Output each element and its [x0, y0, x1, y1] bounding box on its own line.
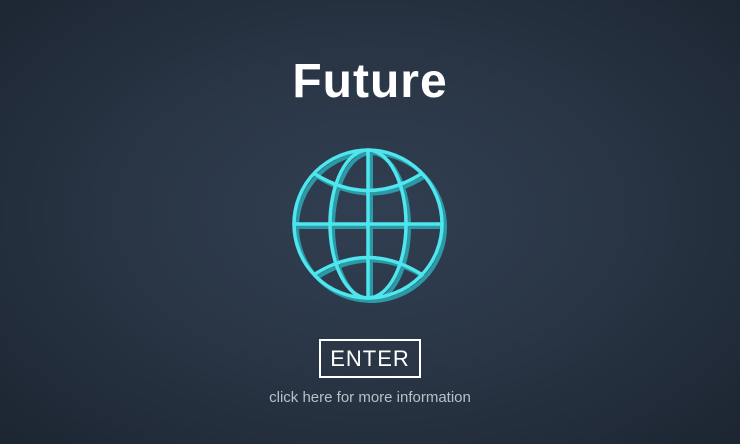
globe-svg: [292, 148, 447, 303]
globe-lines: [292, 148, 444, 300]
more-info-link[interactable]: click here for more information: [0, 388, 740, 408]
page-title: Future: [292, 55, 448, 108]
globe-icon: [289, 147, 453, 307]
enter-button[interactable]: ENTER: [319, 339, 421, 378]
